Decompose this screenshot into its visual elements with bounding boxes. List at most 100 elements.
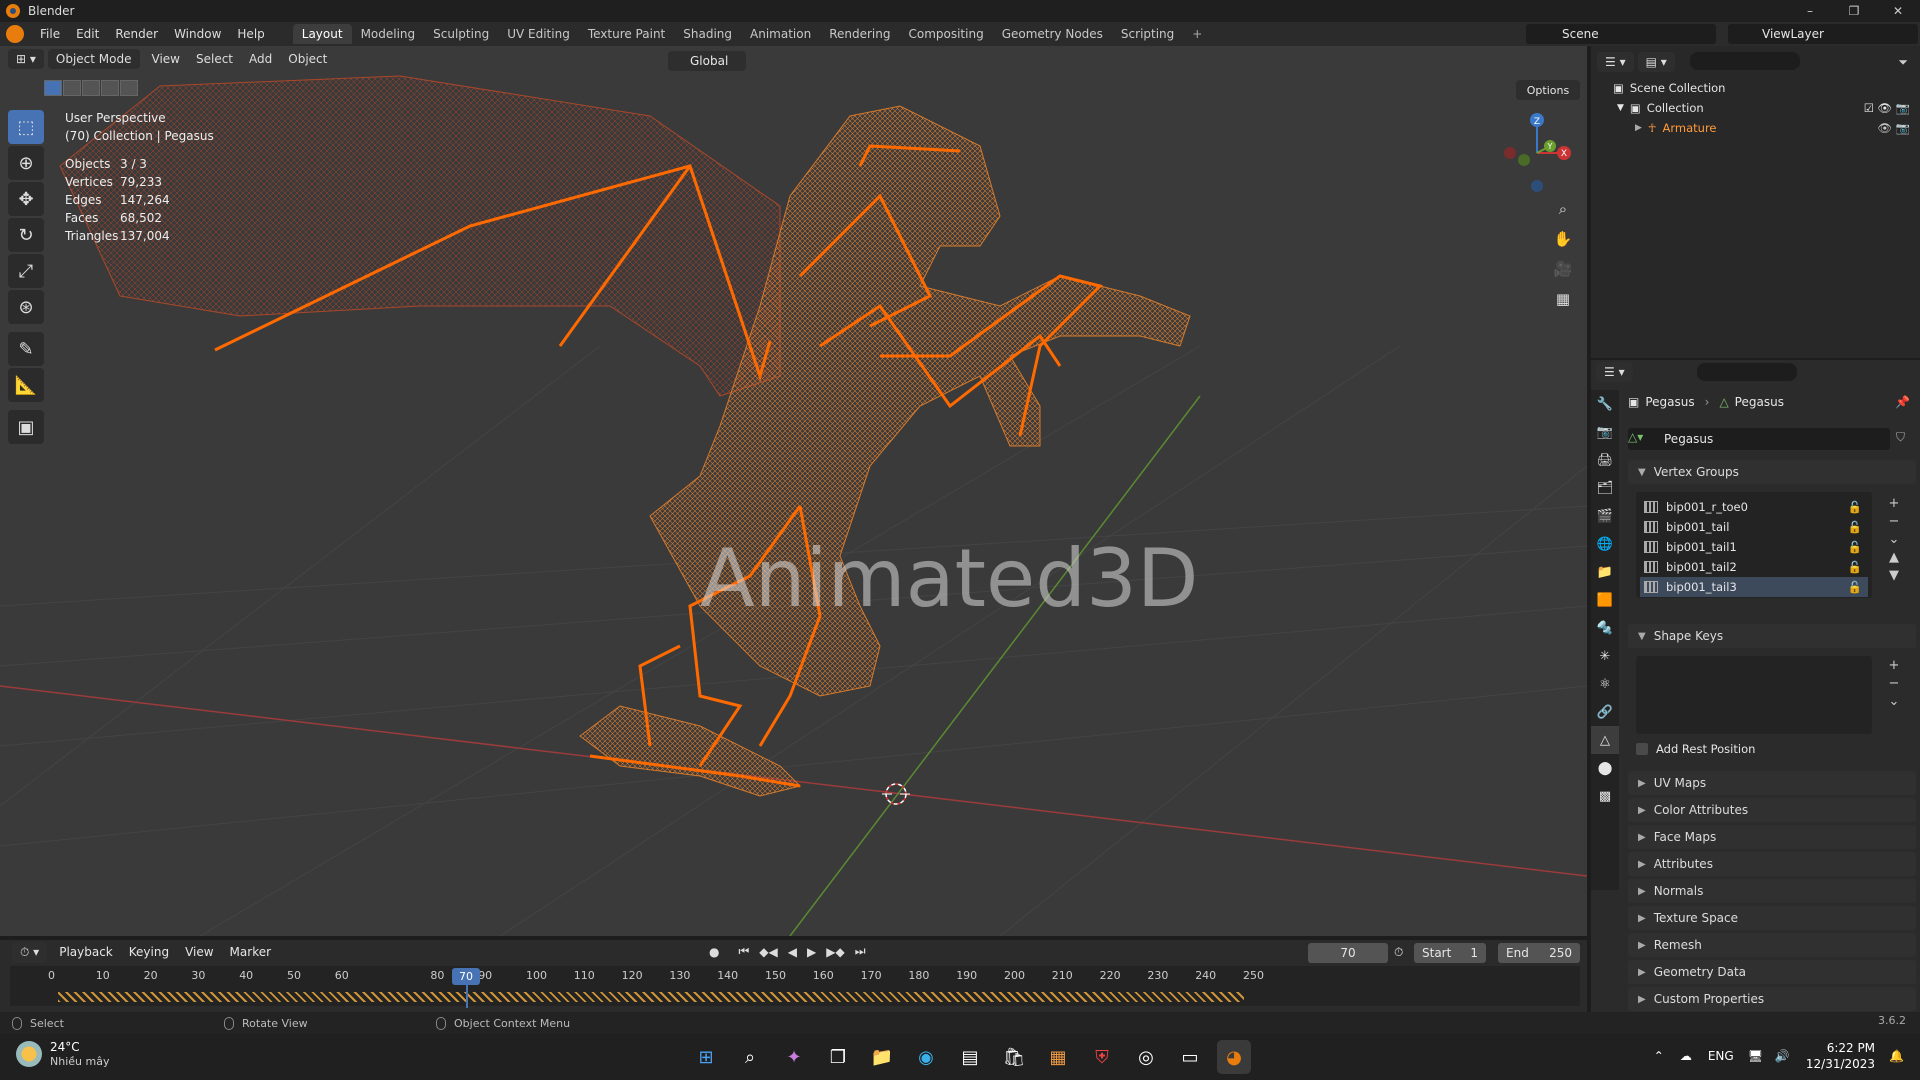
add-rest-position-checkbox[interactable]: Add Rest Position — [1636, 742, 1755, 756]
list-item[interactable]: bip001_tail1 🔓 — [1640, 537, 1868, 557]
armature-render-icon[interactable]: 📷 — [1896, 121, 1910, 135]
vertex-groups-panel-header[interactable]: ▼ Vertex Groups — [1628, 460, 1916, 484]
tab-sculpting[interactable]: Sculpting — [424, 24, 498, 44]
measure-tool-icon[interactable]: 📐 — [8, 368, 44, 402]
collection-tab-icon[interactable]: 📁 — [1591, 558, 1619, 586]
lock-icon[interactable]: 🔓 — [1848, 560, 1862, 574]
blender-taskbar-icon[interactable]: ◕ — [1217, 1040, 1251, 1074]
volume-icon[interactable]: 🔊 — [1775, 1049, 1790, 1063]
material-tab-icon[interactable]: ⬤ — [1591, 754, 1619, 782]
particles-tab-icon[interactable]: ✳ — [1591, 642, 1619, 670]
clock[interactable]: 6:22 PM 12/31/2023 — [1806, 1040, 1875, 1072]
preview-range-clock-icon[interactable]: ⏱ — [1394, 945, 1403, 960]
jump-end-icon[interactable]: ⏭ — [855, 944, 866, 959]
move-tool-icon[interactable]: ✥ — [8, 182, 44, 216]
geometry-data-panel-header[interactable]: ▶ Geometry Data — [1628, 960, 1916, 984]
list-item[interactable]: bip001_tail2 🔓 — [1640, 557, 1868, 577]
3d-viewport[interactable]: Animated3D — [0, 46, 1587, 936]
tab-layout[interactable]: Layout — [292, 24, 352, 44]
onedrive-cloud-icon[interactable]: ☁ — [1680, 1049, 1692, 1063]
transform-orientation-dropdown[interactable]: Global — [668, 51, 746, 71]
attributes-panel-header[interactable]: ▶ Attributes — [1628, 852, 1916, 876]
normals-panel-header[interactable]: ▶ Normals — [1628, 879, 1916, 903]
collection-visibility-icon[interactable]: 👁 — [1877, 101, 1892, 115]
annotate-tool-icon[interactable]: ✎ — [8, 332, 44, 366]
move-down-button[interactable]: ▼ — [1885, 566, 1903, 584]
mesh-data-tab-icon[interactable]: △ — [1591, 726, 1619, 754]
tab-modeling[interactable]: Modeling — [352, 24, 425, 44]
list-item[interactable]: bip001_r_toe0 🔓 — [1640, 497, 1868, 517]
pin-icon[interactable]: 📌 — [1895, 395, 1910, 409]
task-view-icon[interactable]: ❐ — [821, 1040, 855, 1074]
news-app-icon[interactable]: ▤ — [953, 1040, 987, 1074]
select-mode-extend-icon[interactable] — [63, 80, 81, 96]
vertex-group-specials-button[interactable]: ⌄ — [1885, 530, 1903, 548]
editor-type-button[interactable]: ⊞ ▾ — [8, 49, 44, 69]
texture-tab-icon[interactable]: ▩ — [1591, 782, 1619, 810]
armature-visibility-icon[interactable]: 👁 — [1877, 121, 1892, 135]
terminal-icon[interactable]: ▭ — [1173, 1040, 1207, 1074]
timeline-ruler[interactable]: 0 10 20 30 40 50 60 70 80 90 100 110 120 130 140 150 160… — [10, 966, 1580, 988]
tab-scripting[interactable]: Scripting — [1112, 24, 1183, 44]
collapse-arrow-icon[interactable]: ▼ — [1617, 103, 1624, 113]
checkbox-icon[interactable] — [1636, 743, 1648, 755]
remove-shape-key-button[interactable]: − — [1885, 674, 1903, 692]
minimize-button[interactable]: – — [1788, 0, 1832, 22]
add-workspace-button[interactable]: + — [1183, 24, 1211, 44]
collection-checkbox-icon[interactable]: ☑ — [1864, 101, 1874, 115]
timeline-menu-keying[interactable]: Keying — [129, 945, 169, 959]
texture-space-panel-header[interactable]: ▶ Texture Space — [1628, 906, 1916, 930]
collection-render-icon[interactable]: 📷 — [1896, 101, 1910, 115]
modifier-tab-icon[interactable]: 🔩 — [1591, 614, 1619, 642]
options-button[interactable]: Options — [1516, 80, 1580, 100]
jump-start-icon[interactable]: ⏮ — [738, 944, 749, 959]
menu-help[interactable]: Help — [237, 27, 264, 41]
scale-tool-icon[interactable]: ⤢ — [8, 254, 44, 288]
tab-compositing[interactable]: Compositing — [899, 24, 992, 44]
tab-shading[interactable]: Shading — [674, 24, 741, 44]
shape-keys-list[interactable] — [1636, 656, 1872, 734]
file-explorer-icon[interactable]: 📁 — [865, 1040, 899, 1074]
custom-properties-panel-header[interactable]: ▶ Custom Properties — [1628, 987, 1916, 1011]
view-layer-tab-icon[interactable]: 🗂 — [1591, 474, 1619, 502]
face-maps-panel-header[interactable]: ▶ Face Maps — [1628, 825, 1916, 849]
office-app-icon[interactable]: ▦ — [1041, 1040, 1075, 1074]
windows-start-icon[interactable]: ⊞ — [689, 1040, 723, 1074]
menu-render[interactable]: Render — [115, 27, 158, 41]
mesh-browse-icon[interactable]: △▾ — [1628, 430, 1643, 444]
world-tab-icon[interactable]: 🌐 — [1591, 530, 1619, 558]
prev-keyframe-icon[interactable]: ◆◀ — [759, 945, 777, 959]
playhead-frame-label[interactable]: 70 — [452, 968, 480, 985]
record-icon[interactable]: ● — [709, 945, 719, 959]
list-item[interactable]: bip001_tail3 🔓 — [1640, 577, 1868, 597]
input-language[interactable]: ENG — [1708, 1049, 1734, 1063]
menu-file[interactable]: File — [40, 27, 60, 41]
select-mode-set-icon[interactable] — [44, 80, 62, 96]
network-icon[interactable]: 🖥 — [1748, 1049, 1763, 1063]
cursor-tool-icon[interactable]: ⊕ — [8, 146, 44, 180]
play-reverse-icon[interactable]: ◀ — [788, 945, 797, 959]
outliner-row-scene-collection[interactable]: ▣ Scene Collection — [1591, 78, 1920, 98]
search-icon[interactable]: ⌕ — [733, 1040, 767, 1074]
tab-texture-paint[interactable]: Texture Paint — [579, 24, 674, 44]
weather-widget[interactable]: 24°C Nhiều mây — [16, 1040, 109, 1068]
list-item[interactable]: bip001_tail 🔓 — [1640, 517, 1868, 537]
view-layer-selector[interactable]: ViewLayer — [1728, 24, 1918, 44]
viewport-menu-object[interactable]: Object — [288, 52, 327, 66]
gizmo-neg-z-axis[interactable] — [1531, 180, 1543, 192]
add-shape-key-button[interactable]: + — [1885, 656, 1903, 674]
shape-key-specials-button[interactable]: ⌄ — [1885, 692, 1903, 710]
start-frame-field[interactable]: Start 1 — [1414, 943, 1486, 963]
move-up-button[interactable]: ▲ — [1885, 548, 1903, 566]
viewport-menu-select[interactable]: Select — [196, 52, 233, 66]
edge-browser-icon[interactable]: ◉ — [909, 1040, 943, 1074]
outliner-filter-icon[interactable]: ⏷ — [1898, 55, 1908, 70]
copilot-icon[interactable]: ✦ — [777, 1040, 811, 1074]
zoom-icon[interactable]: ⌕ — [1550, 196, 1576, 222]
expand-arrow-icon[interactable]: ▶ — [1635, 123, 1642, 133]
select-mode-subtract-icon[interactable] — [82, 80, 100, 96]
close-button[interactable]: ✕ — [1876, 0, 1920, 22]
constraints-tab-icon[interactable]: 🔗 — [1591, 698, 1619, 726]
tab-geometry-nodes[interactable]: Geometry Nodes — [993, 24, 1112, 44]
add-cube-tool-icon[interactable]: ▣ — [8, 410, 44, 444]
